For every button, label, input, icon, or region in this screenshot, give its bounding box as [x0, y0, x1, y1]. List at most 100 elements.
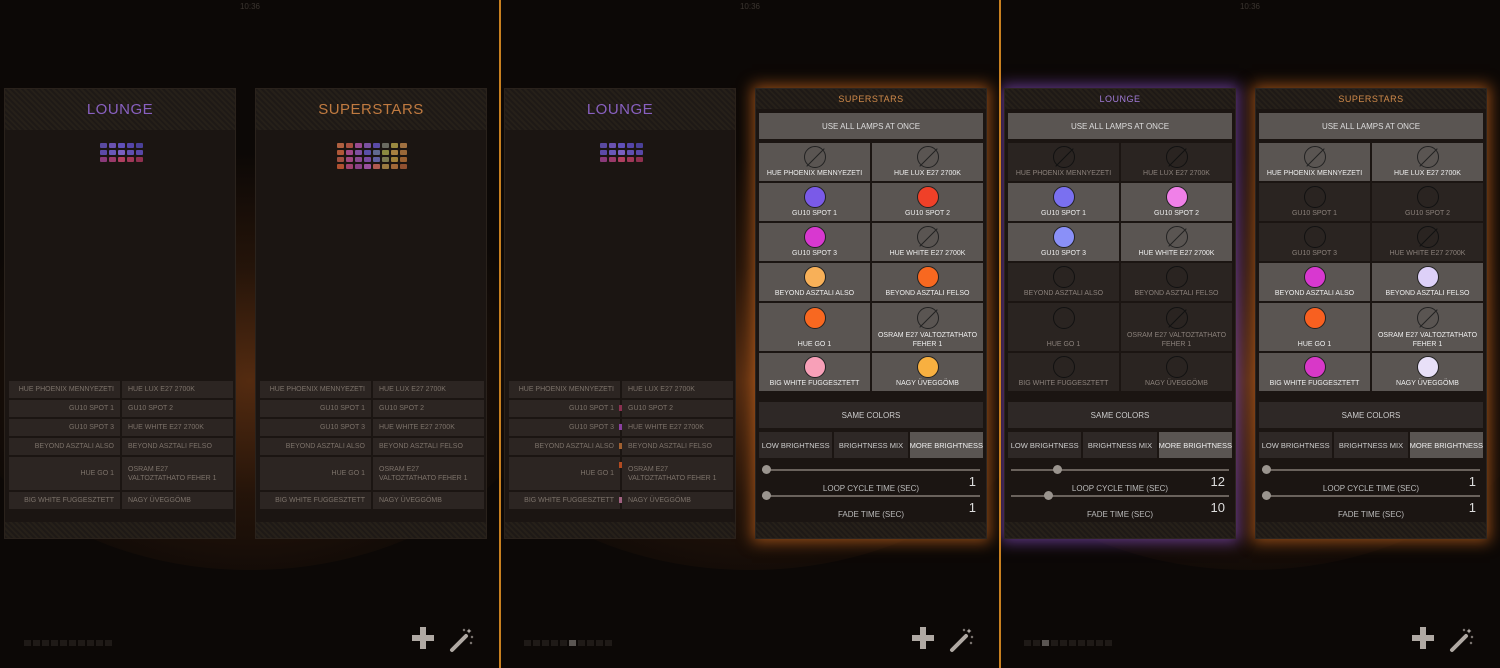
lamp-tile[interactable]: HUE PHOENIX MENNYEZETI — [1259, 143, 1370, 181]
lamp-item[interactable]: HUE LUX E27 2700K — [622, 381, 733, 398]
magic-wand-icon[interactable] — [449, 627, 475, 653]
page-dot[interactable] — [569, 640, 576, 646]
lamp-disabled-icon[interactable] — [1165, 146, 1188, 168]
brightness-option-more-brightness[interactable]: MORE BRIGHTNESS — [1409, 432, 1483, 458]
lamp-tile[interactable]: NAGY ÜVEGGÖMB — [872, 353, 983, 391]
loop-time-slider-knob[interactable] — [1052, 465, 1062, 474]
lamp-item[interactable]: BEYOND ASZTALI ALSO — [9, 438, 120, 455]
lamp-color-circle[interactable] — [1303, 226, 1326, 248]
same-colors-button[interactable]: SAME COLORS — [1259, 402, 1483, 428]
loop-time-slider[interactable] — [1011, 465, 1229, 474]
lamp-item[interactable]: HUE WHITE E27 2700K — [622, 419, 733, 436]
page-dot[interactable] — [533, 640, 540, 646]
expanded-scene-panel-superstars[interactable]: SUPERSTARS USE ALL LAMPS AT ONCE HUE PHOEN… — [1255, 88, 1487, 539]
page-dot[interactable] — [1060, 640, 1067, 646]
lamp-item[interactable]: BEYOND ASZTALI FELSO — [122, 438, 233, 455]
lamp-item[interactable]: OSRAM E27 VALTOZTATHATO FEHER 1 — [373, 457, 484, 490]
page-dot[interactable] — [1069, 640, 1076, 646]
lamp-disabled-icon[interactable] — [1165, 307, 1188, 329]
fade-time-slider-knob[interactable] — [1044, 491, 1054, 500]
loop-time-slider[interactable] — [762, 465, 980, 474]
lamp-tile[interactable]: OSRAM E27 VALTOZTATHATO FEHER 1 — [1372, 303, 1483, 351]
lamp-color-circle[interactable] — [1052, 307, 1075, 329]
brightness-option-more-brightness[interactable]: MORE BRIGHTNESS — [1158, 432, 1232, 458]
page-dot[interactable] — [51, 640, 58, 646]
lamp-color-circle[interactable] — [1165, 356, 1188, 378]
lamp-disabled-icon[interactable] — [1416, 146, 1439, 168]
scene-title[interactable]: SUPERSTARS — [1256, 89, 1486, 109]
lamp-tile[interactable]: NAGY ÜVEGGÖMB — [1121, 353, 1232, 391]
scene-title[interactable]: SUPERSTARS — [756, 89, 986, 109]
loop-time-slider-knob[interactable] — [1262, 465, 1271, 474]
lamp-item[interactable]: GU10 SPOT 1 — [509, 400, 625, 417]
lamp-color-circle[interactable] — [1052, 226, 1075, 248]
lamp-item[interactable]: BIG WHITE FUGGESZTETT — [260, 492, 371, 509]
page-dot[interactable] — [1024, 640, 1031, 646]
lamp-tile[interactable]: OSRAM E27 VALTOZTATHATO FEHER 1 — [1121, 303, 1232, 351]
lamp-item[interactable]: GU10 SPOT 3 — [260, 419, 371, 436]
page-dot[interactable] — [560, 640, 567, 646]
lamp-tile[interactable]: HUE WHITE E27 2700K — [872, 223, 983, 261]
lamp-item[interactable]: NAGY ÜVEGGÖMB — [622, 492, 733, 509]
lamp-tile[interactable]: BEYOND ASZTALI FELSO — [1372, 263, 1483, 301]
lamp-item[interactable]: HUE GO 1 — [9, 457, 120, 490]
page-dot[interactable] — [1042, 640, 1049, 646]
plus-icon[interactable] — [412, 627, 434, 649]
page-dot[interactable] — [1033, 640, 1040, 646]
lamp-tile[interactable]: HUE WHITE E27 2700K — [1372, 223, 1483, 261]
fade-time-slider[interactable] — [1011, 491, 1229, 500]
lamp-color-circle[interactable] — [916, 266, 939, 288]
lamp-item[interactable]: BEYOND ASZTALI FELSO — [622, 438, 733, 455]
lamp-tile[interactable]: HUE LUX E27 2700K — [1121, 143, 1232, 181]
page-dot[interactable] — [578, 640, 585, 646]
lamp-tile[interactable]: GU10 SPOT 2 — [1121, 183, 1232, 221]
lamp-color-circle[interactable] — [803, 266, 826, 288]
fade-time-slider-knob[interactable] — [762, 491, 771, 500]
scene-title[interactable]: LOUNGE — [5, 89, 235, 130]
lamp-item[interactable]: HUE WHITE E27 2700K — [122, 419, 233, 436]
expanded-scene-panel-superstars[interactable]: SUPERSTARS USE ALL LAMPS AT ONCE HUE PHOEN… — [755, 88, 987, 539]
page-dot[interactable] — [1096, 640, 1103, 646]
lamp-item[interactable]: BEYOND ASZTALI ALSO — [260, 438, 371, 455]
lamp-color-circle[interactable] — [803, 356, 826, 378]
lamp-tile[interactable]: BIG WHITE FUGGESZTETT — [1008, 353, 1119, 391]
lamp-disabled-icon[interactable] — [1416, 226, 1439, 248]
lamp-color-circle[interactable] — [1303, 307, 1326, 329]
use-all-lamps-button[interactable]: USE ALL LAMPS AT ONCE — [759, 113, 983, 139]
lamp-item[interactable]: BIG WHITE FUGGESZTETT — [9, 492, 120, 509]
lamp-tile[interactable]: HUE GO 1 — [1008, 303, 1119, 351]
page-dot[interactable] — [1051, 640, 1058, 646]
same-colors-button[interactable]: SAME COLORS — [759, 402, 983, 428]
lamp-color-circle[interactable] — [1165, 186, 1188, 208]
lamp-item[interactable]: GU10 SPOT 2 — [622, 400, 733, 417]
lamp-tile[interactable]: BEYOND ASZTALI ALSO — [759, 263, 870, 301]
page-dot[interactable] — [524, 640, 531, 646]
lamp-tile[interactable]: BEYOND ASZTALI ALSO — [1259, 263, 1370, 301]
use-all-lamps-button[interactable]: USE ALL LAMPS AT ONCE — [1008, 113, 1232, 139]
page-dot[interactable] — [78, 640, 85, 646]
lamp-item[interactable]: GU10 SPOT 1 — [260, 400, 371, 417]
loop-time-slider[interactable] — [1262, 465, 1480, 474]
fade-time-slider[interactable] — [762, 491, 980, 500]
lamp-item[interactable]: HUE LUX E27 2700K — [122, 381, 233, 398]
lamp-color-circle[interactable] — [1416, 356, 1439, 378]
lamp-item[interactable]: BEYOND ASZTALI ALSO — [509, 438, 625, 455]
lamp-item[interactable]: OSRAM E27 VALTOZTATHATO FEHER 1 — [622, 457, 733, 490]
lamp-tile[interactable]: GU10 SPOT 3 — [1008, 223, 1119, 261]
scene-title[interactable]: LOUNGE — [505, 89, 735, 130]
lamp-disabled-icon[interactable] — [1416, 307, 1439, 329]
scene-card-superstars[interactable]: SUPERSTARS HUE PHOENIX MENNYEZETI HUE LUX … — [255, 88, 487, 539]
page-dot[interactable] — [105, 640, 112, 646]
plus-icon[interactable] — [1412, 627, 1434, 649]
lamp-color-circle[interactable] — [1416, 186, 1439, 208]
fade-time-slider[interactable] — [1262, 491, 1480, 500]
lamp-disabled-icon[interactable] — [1303, 146, 1326, 168]
lamp-item[interactable]: GU10 SPOT 3 — [9, 419, 120, 436]
same-colors-button[interactable]: SAME COLORS — [1008, 402, 1232, 428]
lamp-color-circle[interactable] — [1303, 356, 1326, 378]
brightness-option-more-brightness[interactable]: MORE BRIGHTNESS — [909, 432, 983, 458]
lamp-tile[interactable]: GU10 SPOT 1 — [1259, 183, 1370, 221]
lamp-tile[interactable]: BEYOND ASZTALI ALSO — [1008, 263, 1119, 301]
brightness-option-low-brightness[interactable]: LOW BRIGHTNESS — [759, 432, 833, 458]
lamp-tile[interactable]: GU10 SPOT 1 — [1008, 183, 1119, 221]
